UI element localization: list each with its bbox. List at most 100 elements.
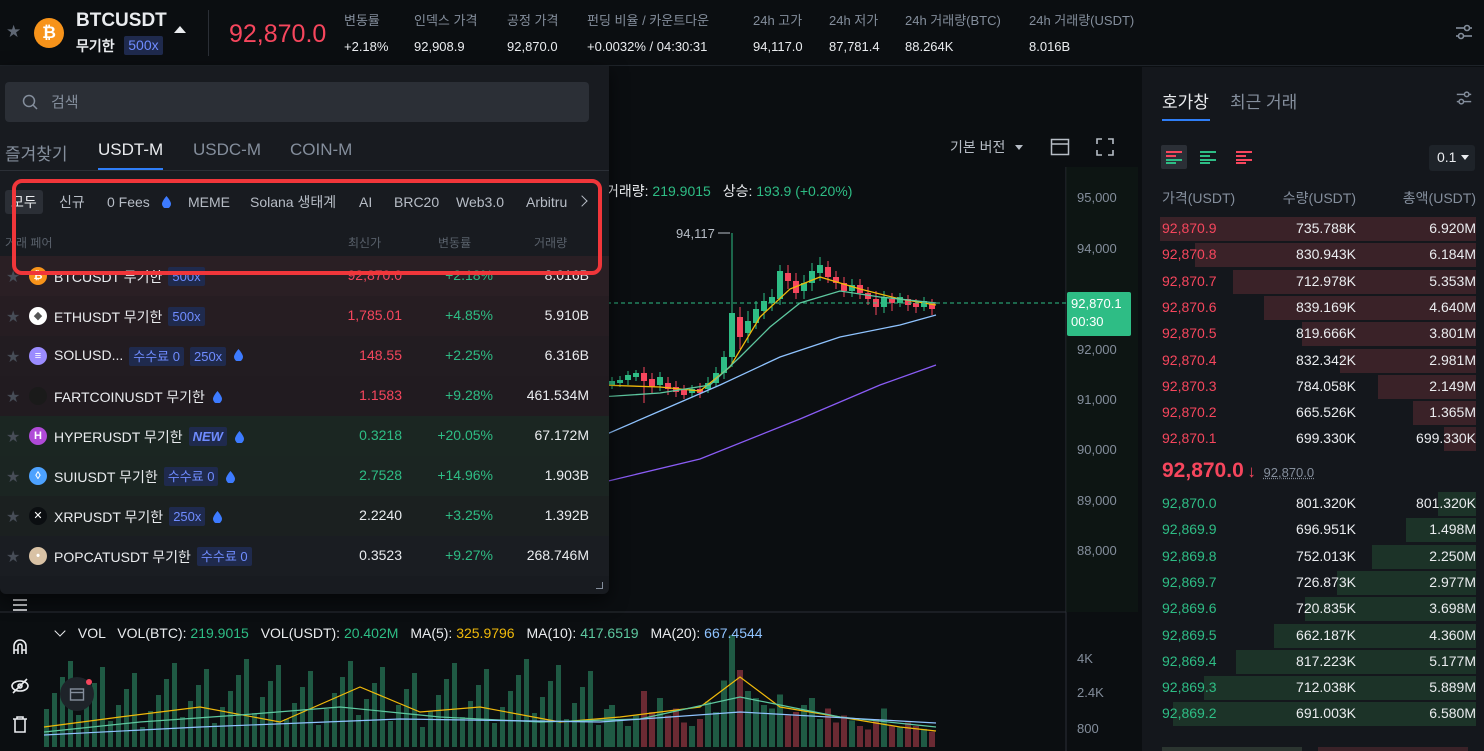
tab-favorites[interactable]: 즐겨찾기 <box>5 140 68 165</box>
view-bids-icon[interactable] <box>1200 150 1216 164</box>
col-header-price[interactable]: 최신가 <box>348 234 381 251</box>
collapse-chevron-icon[interactable] <box>54 625 66 637</box>
bid-row[interactable]: 92,870.0 801.320K 801.320K <box>1142 491 1484 517</box>
ob-qty: 720.835K <box>1296 600 1356 617</box>
favorite-star-icon[interactable]: ★ <box>6 267 20 287</box>
chip-all[interactable]: 모두 <box>5 190 43 214</box>
bid-row[interactable]: 92,869.5 662.187K 4.360M <box>1142 623 1484 649</box>
tab-usdt-m[interactable]: USDT-M <box>98 140 164 170</box>
tab-recent-trades[interactable]: 최근 거래 <box>1230 88 1297 113</box>
search-input[interactable] <box>51 82 571 122</box>
droplet-icon <box>234 431 244 443</box>
ask-row[interactable]: 92,870.8 830.943K 6.184M <box>1142 242 1484 268</box>
bid-row[interactable]: 92,869.8 752.013K 2.250M <box>1142 544 1484 570</box>
volume-legend: VOL VOL(BTC): 219.9015 VOL(USDT): 20.402… <box>54 625 763 641</box>
row-symbol: ETHUSDT 무기한 <box>54 309 163 325</box>
chip-solana[interactable]: Solana 생태계 <box>250 190 336 214</box>
market-row[interactable]: ★ H HYPERUSDT 무기한 NEW 0.3218 +20.05% 67.1… <box>0 416 609 456</box>
chip-web3[interactable]: Web3.0 <box>456 190 504 214</box>
market-row[interactable]: ★ • POPCATUSDT 무기한 수수료 0 0.3523 +9.27% 26… <box>0 536 609 576</box>
col-header-change[interactable]: 변동률 <box>438 234 471 251</box>
favorite-star-icon[interactable]: ★ <box>6 307 20 327</box>
view-asks-icon[interactable] <box>1236 150 1252 164</box>
ask-row[interactable]: 92,870.6 839.169K 4.640M <box>1142 295 1484 321</box>
stat-label: 펀딩 비율 / 카운트다운 <box>587 13 710 28</box>
chip-arbitrum[interactable]: Arbitru <box>526 190 574 214</box>
ask-row[interactable]: 92,870.9 735.788K 6.920M <box>1142 216 1484 242</box>
row-price: 148.55 <box>359 347 402 363</box>
row-symbol-wrap: ETHUSDT 무기한 500x <box>54 307 205 327</box>
bid-row[interactable]: 92,869.6 720.835K 3.698M <box>1142 596 1484 622</box>
ob-qty: 696.951K <box>1296 521 1356 538</box>
market-row[interactable]: ★ ◊ SUIUSDT 무기한 수수료 0 2.7528 +14.96% 1.90… <box>0 456 609 496</box>
chip-new[interactable]: 신규 <box>59 190 85 214</box>
ob-price: 92,870.0 <box>1162 495 1217 511</box>
ask-row[interactable]: 92,870.1 699.330K 699.330K <box>1142 426 1484 452</box>
stat-index-price: 인덱스 가격 92,908.9 <box>414 10 477 54</box>
chevron-right-icon[interactable] <box>576 195 588 207</box>
favorite-star-icon[interactable]: ★ <box>6 507 20 527</box>
market-row[interactable]: ★ FARTCOINUSDT 무기한 1.1583 +9.28% 461.534… <box>0 376 609 416</box>
mark-price[interactable]: 92,870.0 <box>1264 465 1315 480</box>
favorite-star-icon[interactable]: ★ <box>6 547 20 567</box>
candle-body <box>913 303 919 307</box>
calendar-button[interactable] <box>60 677 94 711</box>
chip-brc20[interactable]: BRC20 <box>394 190 439 214</box>
settings-sliders-icon[interactable] <box>1454 22 1474 42</box>
col-header-volume[interactable]: 거래량 <box>534 234 567 251</box>
market-row[interactable]: ★ ₿ BTCUSDT 무기한 500x 92,870.0 +2.18% 8.01… <box>0 256 609 296</box>
volume-bar <box>324 709 329 747</box>
ask-row[interactable]: 92,870.3 784.058K 2.149M <box>1142 374 1484 400</box>
caret-up-icon[interactable] <box>174 26 186 33</box>
volume-bar <box>460 717 465 747</box>
indicator-list-icon[interactable] <box>10 595 30 615</box>
resize-handle-icon[interactable] <box>596 582 603 589</box>
trash-icon[interactable] <box>10 714 30 734</box>
volume-bar <box>516 675 521 747</box>
chip-meme[interactable]: MEME <box>188 190 230 214</box>
ask-row[interactable]: 92,870.7 712.978K 5.353M <box>1142 269 1484 295</box>
tab-coin-m[interactable]: COIN-M <box>290 140 352 160</box>
volume-bar <box>356 715 361 747</box>
favorite-star-icon[interactable]: ★ <box>6 387 20 407</box>
favorite-star-icon[interactable]: ★ <box>6 347 20 367</box>
search-box[interactable] <box>5 82 589 122</box>
favorite-star-icon[interactable]: ★ <box>6 22 21 42</box>
ob-qty: 712.978K <box>1296 272 1356 289</box>
market-row[interactable]: ★ ≡ SOLUSD... 수수료 0 250x 148.55 +2.25% 6.3… <box>0 336 609 376</box>
orderbook-settings-icon[interactable] <box>1455 89 1473 107</box>
tab-orderbook[interactable]: 호가창 <box>1162 88 1209 113</box>
bid-row[interactable]: 92,869.7 726.873K 2.977M <box>1142 570 1484 596</box>
col-header-pair[interactable]: 거래 페어 <box>5 234 53 251</box>
market-row[interactable]: ★ ◆ ETHUSDT 무기한 500x 1,785.01 +4.85% 5.91… <box>0 296 609 336</box>
favorite-star-icon[interactable]: ★ <box>6 427 20 447</box>
row-symbol-wrap: POPCATUSDT 무기한 수수료 0 <box>54 547 252 567</box>
ob-price: 92,870.3 <box>1162 377 1217 394</box>
ob-price: 92,870.5 <box>1162 325 1217 342</box>
magnet-icon[interactable] <box>10 637 30 657</box>
tab-usdc-m[interactable]: USDC-M <box>193 140 261 160</box>
stat-change: 변동률 +2.18% <box>344 10 388 54</box>
view-both-icon <box>1166 151 1182 164</box>
symbol-selector[interactable]: BTCUSDT 무기한 500x <box>76 10 167 56</box>
favorite-star-icon[interactable]: ★ <box>6 467 20 487</box>
bid-row[interactable]: 92,869.2 691.003K 6.580M <box>1142 701 1484 727</box>
bid-row[interactable]: 92,869.9 696.951K 1.498M <box>1142 517 1484 543</box>
view-both-button[interactable] <box>1161 145 1187 169</box>
ask-row[interactable]: 92,870.4 832.342K 2.981M <box>1142 348 1484 374</box>
ob-total: 801.320K <box>1416 495 1476 511</box>
stat-funding-rate[interactable]: 펀딩 비율 / 카운트다운 +0.0032% / 04:30:31 <box>587 10 709 54</box>
chip-ai[interactable]: AI <box>359 190 372 214</box>
stat-label: 24h 고가 <box>753 13 803 28</box>
volume-bar <box>905 722 911 747</box>
ask-row[interactable]: 92,870.2 665.526K 1.365M <box>1142 400 1484 426</box>
hide-eye-icon[interactable] <box>10 676 30 696</box>
ask-row[interactable]: 92,870.5 819.666K 3.801M <box>1142 321 1484 347</box>
price-axis-label: 90,000 <box>1077 442 1117 457</box>
chip-zero-fees[interactable]: 0 Fees <box>107 190 171 214</box>
bid-row[interactable]: 92,869.4 817.223K 5.177M <box>1142 649 1484 675</box>
market-row[interactable]: ★ ✕ XRPUSDT 무기한 250x 2.2240 +3.25% 1.392B <box>0 496 609 536</box>
volume-bar <box>396 705 401 747</box>
precision-select[interactable]: 0.1 <box>1429 145 1475 171</box>
bid-row[interactable]: 92,869.3 712.038K 5.889M <box>1142 675 1484 701</box>
